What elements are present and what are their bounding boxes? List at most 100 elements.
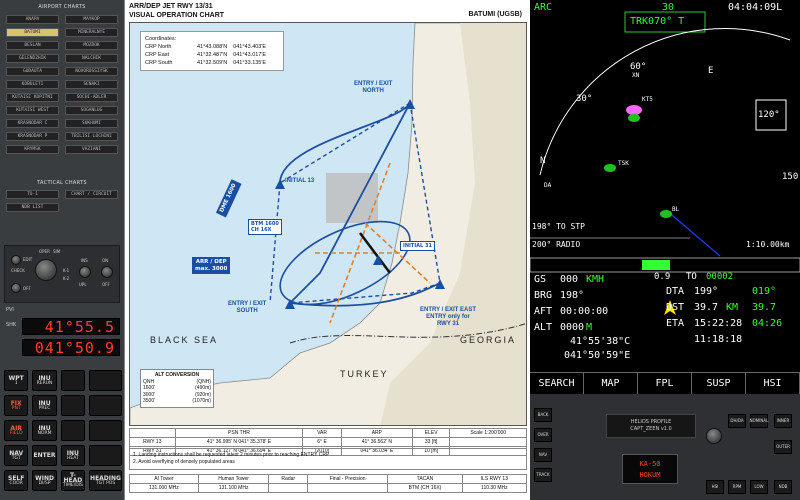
airport-button-nalchik[interactable]: NALCHIK — [65, 54, 118, 63]
mfd-clock: 04:04:09L — [728, 2, 783, 13]
tactical-button-chart-circuit[interactable]: CHART / CIRCUIT — [65, 190, 118, 199]
dhda-button[interactable]: DH/DA — [728, 414, 746, 428]
airport-button-maykop[interactable]: MAYKOP — [65, 15, 118, 24]
pvi-key-blank-2[interactable] — [60, 370, 86, 391]
pvi-key-air-8[interactable]: AIR FIELD — [4, 420, 29, 441]
airport-button-grid: ANAPA MAYKOP BATUMI MINERALNYE BESLAN MOZDOK G… — [0, 15, 124, 154]
pvi-key-heading-19[interactable]: HEADING TGT POS — [89, 470, 122, 491]
airport-button-kutaisi-kopitni[interactable]: KUTAISI KOPITNI — [6, 93, 59, 102]
coordinates-rows: CRP North 41°43.088'N 041°43.403'E CRP East… — [145, 43, 279, 67]
table-cell: Scale 1:200'000 — [449, 428, 527, 438]
airport-button-krasnodar-p[interactable]: KRASNODAR P — [6, 132, 59, 141]
airport-button-batumi[interactable]: BATUMI — [6, 28, 59, 37]
tactical-button-ndb-list[interactable]: NDB LIST — [6, 203, 59, 212]
waypoint-marker — [604, 164, 616, 172]
map-softkey[interactable]: MAP — [584, 373, 638, 394]
pvi-key-sublabel: PREC — [38, 405, 51, 411]
airport-button-sukhumi[interactable]: SUKHUMI — [65, 119, 118, 128]
over-button[interactable]: OVER — [534, 428, 552, 442]
airport-button-sochi-adler[interactable]: SOCHI-ADLER — [65, 93, 118, 102]
pvi-key-wpt-0[interactable]: WPT 1 — [4, 370, 29, 391]
map-scale: 1:10.00km — [746, 240, 790, 249]
track-button[interactable]: TRACK — [534, 468, 552, 482]
airport-button-tbilisi-lochini[interactable]: TBILISI LOCHINI — [65, 132, 118, 141]
airport-button-krymsk[interactable]: KRYMSK — [6, 145, 59, 154]
airport-button-gelendzhik[interactable]: GELENDZHIK — [6, 54, 59, 63]
tactical-button-to-1[interactable]: TO-1 — [6, 190, 59, 199]
search-softkey[interactable]: SEARCH — [530, 373, 584, 394]
outer-button[interactable]: OUTER — [774, 440, 792, 454]
inner-button[interactable]: INNER — [774, 414, 792, 428]
airport-button-vaziani[interactable]: VAZIANI — [65, 145, 118, 154]
pvi-key-blank-7[interactable] — [89, 395, 122, 416]
airport-button-mineralnye[interactable]: MINERALNYE — [65, 28, 118, 37]
pvi-key-fix-4[interactable]: FIX PNT — [4, 395, 29, 416]
table-cell: BTM (CH 16X) — [387, 483, 463, 493]
mode-selector-knob[interactable] — [35, 259, 57, 281]
brightness-knob[interactable] — [706, 428, 722, 444]
ins-switch[interactable] — [101, 266, 113, 278]
airport-button-anapa[interactable]: ANAPA — [6, 15, 59, 24]
airport-button-kutaisi-west[interactable]: KUTAISI WEST — [6, 106, 59, 115]
note-2: 2. Avoid overflying of densely populated… — [133, 459, 235, 465]
pvi-key-inu-14[interactable]: INU HEAT — [60, 445, 86, 466]
pvi-key-nav-12[interactable]: NAV TGT — [4, 445, 29, 466]
pvi-key-inu-9[interactable]: INU NORM — [32, 420, 57, 441]
airport-button-novorossiysk[interactable]: NOVOROSSIYSK — [65, 67, 118, 76]
entry-south-label: ENTRY / EXIT SOUTH — [228, 301, 267, 314]
coordinates-box: Coordinates: CRP North 41°43.088'N 041°43.… — [140, 31, 284, 71]
table-row: RWY 13 41° 36.995' N 041° 35.378' E 6° E 41… — [129, 437, 527, 447]
tactical-button-grid: TO-1 CHART / CIRCUIT NDB LIST — [0, 190, 124, 212]
pvi-key-blank-10[interactable] — [60, 420, 86, 441]
nominal-button[interactable]: NOMINAL — [750, 414, 768, 428]
approach-chart: ARR/DEP JET RWY 13/31 VISUAL OPERATION C… — [124, 0, 530, 500]
waypoint-xn: XN — [632, 72, 640, 79]
coord-lon: 041°43.017'E — [233, 52, 267, 58]
hsi-softkey[interactable]: HSI — [746, 373, 800, 394]
nav-button[interactable]: NAV — [534, 448, 552, 462]
hsi-button[interactable]: HSI — [706, 480, 724, 494]
coord-lat: 41°32.487'N — [197, 52, 228, 58]
rpm-button[interactable]: RPM — [728, 480, 746, 494]
pvi-key-sublabel: TIME/DIS — [62, 483, 83, 488]
pvi-key-self-16[interactable]: SELF COOR — [4, 470, 29, 491]
airport-button-krasnodar-c[interactable]: KRASNODAR C — [6, 119, 59, 128]
pvi-key-sublabel: COOR — [9, 480, 23, 486]
airport-button-beslan[interactable]: BESLAN — [6, 41, 59, 50]
pvi-key-blank-15[interactable] — [89, 445, 122, 466]
pvi-key-wind-17[interactable]: WIND DI/SP — [32, 470, 57, 491]
pvi-key-inu-5[interactable]: INU PREC — [32, 395, 57, 416]
airport-button-senaki[interactable]: SENAKI — [65, 80, 118, 89]
airport-button-gudauta[interactable]: GUDAUTA — [6, 67, 59, 76]
waypoint-bl: BL — [672, 206, 680, 213]
edit-switch[interactable] — [11, 255, 21, 265]
ins-label: INS — [81, 258, 88, 263]
airport-button-kobuleti[interactable]: KOBULETI — [6, 80, 59, 89]
low-button[interactable]: LOW — [750, 480, 768, 494]
ndb-button[interactable]: NDB — [774, 480, 792, 494]
gs-label: GS — [534, 274, 547, 285]
off-switch[interactable] — [11, 283, 21, 293]
pvi-key-enter-13[interactable]: ENTER — [32, 445, 57, 466]
airport-button-mozdok[interactable]: MOZDOK — [65, 41, 118, 50]
to-stp: 198° TO STP — [532, 222, 585, 231]
coord-name: CRP South — [145, 60, 173, 66]
table-cell: 41° 36.995' N 041° 35.378' E — [174, 437, 304, 447]
pvi-key-blank-11[interactable] — [89, 420, 122, 441]
pvi-key-blank-6[interactable] — [60, 395, 86, 416]
chart-airport: BATUMI (UGSB) — [468, 11, 522, 18]
pvi-key-sublabel: TGT POS — [95, 480, 116, 486]
pvi-key-t-head-18[interactable]: T-HEAD TIME/DIS — [60, 470, 86, 491]
pvi-key-inu-1[interactable]: INU RERUN — [32, 370, 57, 391]
pvi-key-blank-3[interactable] — [89, 370, 122, 391]
airport-button-soganlug[interactable]: SOGANLUG — [65, 106, 118, 115]
datalink-switch[interactable] — [79, 266, 91, 278]
table-cell: 110.30 MHz — [461, 483, 528, 493]
alt-unit: M — [586, 322, 593, 333]
fpl-softkey[interactable]: FPL — [638, 373, 692, 394]
back-button[interactable]: BACK — [534, 408, 552, 422]
waypoint-marker — [660, 210, 672, 218]
switch-panel: OPER SIM EDIT CHECK OFF K-1 K-2 ON INS U… — [4, 245, 120, 303]
susp-softkey[interactable]: SUSP — [692, 373, 746, 394]
left-control-panel: AIRPORT CHARTS ANAPA MAYKOP BATUMI MINERALN… — [0, 0, 124, 500]
